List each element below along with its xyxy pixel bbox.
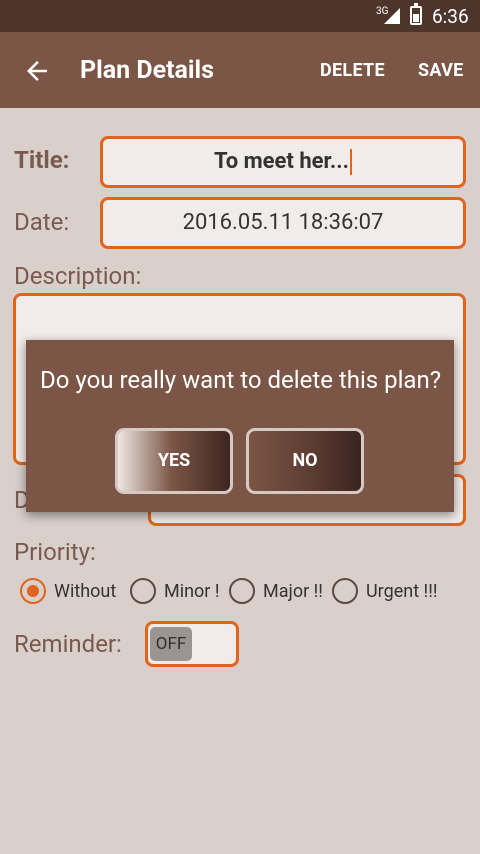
priority-option-major[interactable]: Major !! [229,578,323,604]
reminder-label: Reminder: [14,630,122,658]
no-button[interactable]: NO [246,428,364,494]
date-label: Date: [14,208,70,236]
battery-icon [410,3,422,25]
priority-option-label: Major !! [263,580,323,602]
page-title: Plan Details [80,56,214,85]
description-label: Description: [14,262,142,290]
priority-option-label: Without [54,580,117,602]
radio-unchecked-icon [332,578,358,604]
priority-option-label: Urgent !!! [366,580,438,602]
reminder-toggle-state: OFF [150,627,192,661]
date-input[interactable]: 2016.05.11 18:36:07 [100,197,466,249]
priority-option-without[interactable]: Without [20,578,116,604]
priority-label: Priority: [14,538,96,566]
delete-button[interactable]: DELETE [320,60,385,81]
status-bar: 3G 6:36 [0,0,480,32]
delete-confirm-dialog: Do you really want to delete this plan? … [26,340,454,512]
status-time: 6:36 [432,5,469,28]
priority-option-minor[interactable]: Minor ! [130,578,220,604]
signal-icon [384,8,400,24]
title-value: To meet her... [213,149,350,174]
radio-unchecked-icon [130,578,156,604]
title-input[interactable]: To meet her... [100,136,466,188]
priority-option-label: Minor ! [164,580,220,602]
text-cursor [350,149,353,176]
dialog-message: Do you really want to delete this plan? [40,366,442,394]
radio-unchecked-icon [229,578,255,604]
yes-button[interactable]: YES [115,428,233,494]
back-arrow-icon[interactable] [22,56,52,86]
title-label: Title: [14,146,70,174]
priority-option-urgent[interactable]: Urgent !!! [332,578,437,604]
save-button[interactable]: SAVE [418,60,464,81]
reminder-toggle[interactable]: OFF [145,621,239,667]
app-bar: Plan Details DELETE SAVE [0,32,480,108]
radio-checked-icon [20,578,46,604]
